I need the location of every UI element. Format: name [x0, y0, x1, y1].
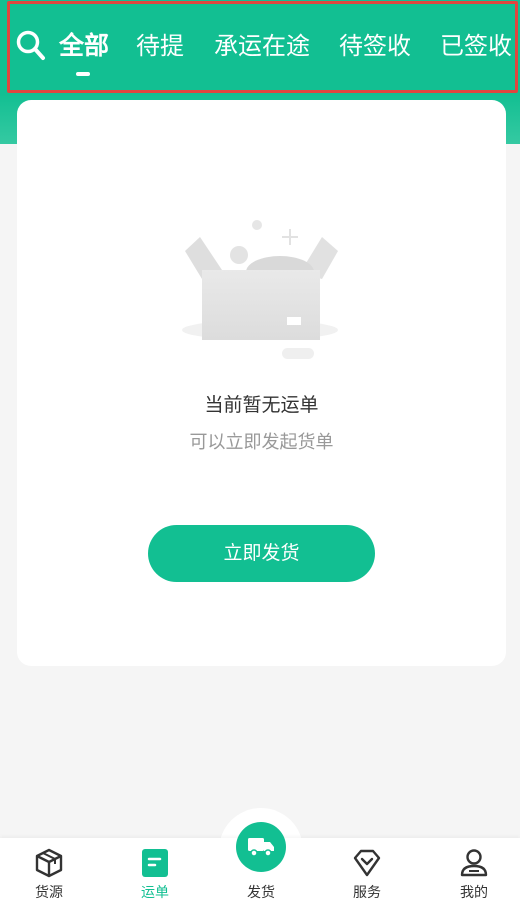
nav-label: 运单 — [141, 885, 169, 901]
empty-state-card: 当前暂无运单 可以立即发起货单 立即发货 — [17, 100, 506, 666]
tab-bar: 全部 待提 承运在途 待签收 已签收 — [8, 2, 518, 90]
tab-pending-receipt[interactable]: 待签收 — [339, 26, 411, 66]
tab-pending-pickup[interactable]: 待提 — [136, 26, 184, 66]
user-icon — [459, 848, 489, 878]
ship-now-button[interactable]: 立即发货 — [148, 525, 375, 582]
nav-item-goods[interactable]: 货源 — [14, 838, 84, 904]
tab-received[interactable]: 已签收 — [440, 26, 512, 66]
nav-item-service[interactable]: 服务 — [332, 838, 402, 904]
nav-label: 服务 — [353, 885, 381, 901]
ship-fab-button[interactable] — [236, 822, 286, 872]
tab-all[interactable]: 全部 — [59, 26, 109, 66]
document-icon — [140, 848, 170, 878]
nav-item-mine[interactable]: 我的 — [439, 838, 509, 904]
nav-item-waybill[interactable]: 运单 — [120, 838, 190, 904]
nav-label-ship[interactable]: 发货 — [226, 882, 296, 902]
nav-label: 我的 — [460, 885, 488, 901]
search-icon[interactable] — [16, 29, 46, 63]
active-tab-indicator — [76, 72, 90, 76]
empty-title: 当前暂无运单 — [204, 394, 319, 416]
truck-icon — [247, 835, 275, 863]
cube-icon — [34, 848, 64, 878]
nav-label: 货源 — [35, 885, 63, 901]
empty-subtitle: 可以立即发起货单 — [189, 432, 334, 453]
diamond-heart-icon — [352, 848, 382, 878]
tab-in-transit[interactable]: 承运在途 — [214, 26, 310, 66]
empty-box-illustration — [182, 220, 338, 359]
